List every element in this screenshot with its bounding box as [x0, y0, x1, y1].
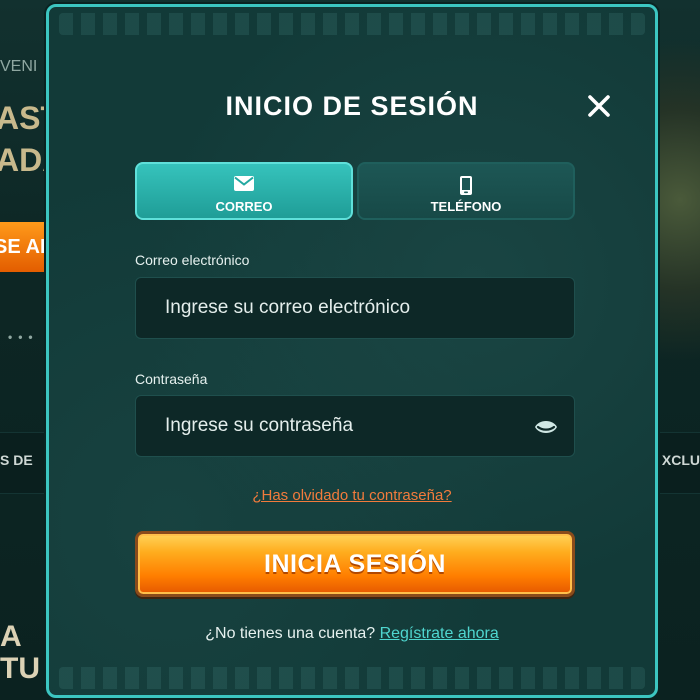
envelope-icon: [234, 176, 254, 191]
modal-bottom-pattern: [59, 667, 645, 689]
password-field[interactable]: [136, 396, 574, 456]
password-field-label: Contraseña: [135, 371, 208, 387]
login-method-tabs: CORREO TELÉFONO: [135, 162, 575, 222]
signup-link[interactable]: Regístrate ahora: [380, 625, 499, 642]
login-modal: INICIO DE SESIÓN CORREO TELÉFONO Correo …: [46, 4, 658, 698]
background-nav-left: S DE: [0, 452, 33, 468]
login-submit-label: INICIA SESIÓN: [264, 549, 446, 578]
signup-prompt-text: ¿No tienes una cuenta?: [205, 625, 376, 642]
tab-email-label: CORREO: [215, 199, 273, 214]
modal-top-pattern: [59, 13, 645, 35]
toggle-password-visibility-button[interactable]: [534, 417, 558, 437]
background-hero-line1: A: [0, 620, 22, 653]
modal-title: INICIO DE SESIÓN: [225, 91, 479, 121]
email-field-container: [135, 277, 575, 339]
forgot-password-link[interactable]: ¿Has olvidado tu contraseña?: [49, 487, 655, 504]
background-cta-button: SE AI: [0, 222, 52, 272]
tab-email[interactable]: CORREO: [135, 162, 353, 220]
password-field-container: [135, 395, 575, 457]
email-field-label: Correo electrónico: [135, 252, 250, 268]
tab-phone[interactable]: TELÉFONO: [357, 162, 575, 220]
signup-prompt: ¿No tienes una cuenta? Regístrate ahora: [49, 625, 655, 643]
background-carousel-dots: •••: [8, 330, 39, 344]
background-hero-line2: TU: [0, 652, 40, 685]
background-nav-right: XCLU: [661, 452, 700, 468]
close-button[interactable]: [583, 90, 615, 122]
eye-icon: [535, 421, 557, 433]
login-submit-button[interactable]: INICIA SESIÓN: [135, 531, 575, 597]
background-welcome-text: VENI: [0, 58, 38, 75]
tab-phone-label: TELÉFONO: [430, 199, 502, 214]
close-icon: [588, 95, 610, 117]
email-field[interactable]: [136, 278, 574, 338]
phone-icon: [460, 176, 472, 195]
